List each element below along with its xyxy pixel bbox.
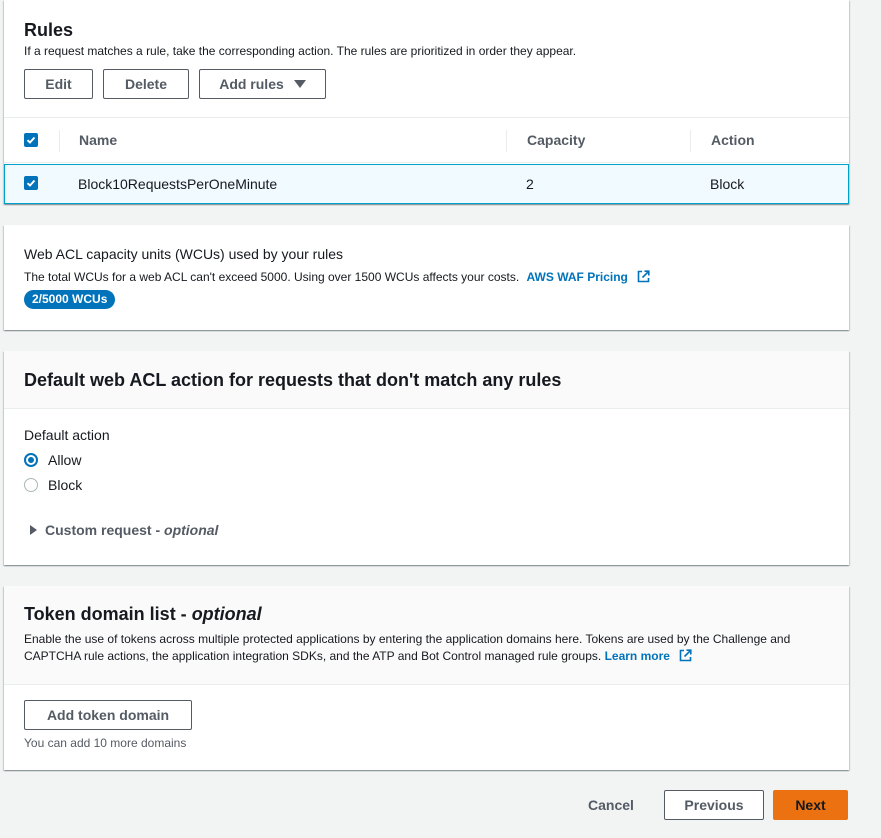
column-divider [506,130,507,152]
rules-description: If a request matches a rule, take the co… [24,44,577,58]
token-domain-hint: You can add 10 more domains [24,736,187,750]
edit-button[interactable]: Edit [24,69,93,99]
rule-capacity: 2 [526,176,534,192]
wcu-description-line: The total WCUs for a web ACL can't excee… [24,270,650,286]
allow-radio[interactable] [24,453,38,467]
aws-waf-pricing-link[interactable]: AWS WAF Pricing [527,270,628,284]
custom-request-optional: optional [164,522,219,538]
column-header-capacity[interactable]: Capacity [527,132,585,148]
select-all-checkbox[interactable] [24,133,38,147]
wcu-title: Web ACL capacity units (WCUs) used by yo… [24,246,344,262]
caret-down-icon [293,80,306,88]
external-link-icon[interactable] [679,649,692,667]
cancel-button[interactable]: Cancel [588,797,634,813]
rules-panel: Rules If a request matches a rule, take … [4,0,849,204]
token-domain-title-text: Token domain list - [24,604,192,624]
token-domain-header: Token domain list - optional Enable the … [4,586,849,685]
rules-table-header: Name Capacity Action [4,117,849,163]
column-header-name[interactable]: Name [79,132,117,148]
column-header-action[interactable]: Action [711,132,755,148]
previous-button[interactable]: Previous [664,790,764,820]
block-radio[interactable] [24,478,38,492]
block-label: Block [48,477,83,493]
custom-request-label: Custom request - [45,522,165,538]
default-action-panel: Default web ACL action for requests that… [4,351,849,565]
wcu-badge: 2/5000 WCUs [24,290,116,309]
add-rules-label: Add rules [219,76,284,92]
next-button[interactable]: Next [773,790,848,820]
row-checkbox[interactable] [24,176,38,190]
rule-name: Block10RequestsPerOneMinute [78,176,278,192]
wcu-description: The total WCUs for a web ACL can't excee… [24,270,520,284]
custom-request-expander[interactable]: Custom request - optional [30,522,218,538]
add-token-domain-button[interactable]: Add token domain [24,700,192,730]
learn-more-link[interactable]: Learn more [605,649,670,663]
radio-option-block[interactable]: Block [24,477,144,495]
external-link-icon[interactable] [637,270,650,286]
token-domain-panel: Token domain list - optional Enable the … [4,586,849,770]
token-domain-description: Enable the use of tokens across multiple… [24,632,791,663]
default-action-title: Default web ACL action for requests that… [24,370,562,390]
token-domain-description-block: Enable the use of tokens across multiple… [24,631,824,667]
rules-title: Rules [24,20,74,40]
wcu-panel: Web ACL capacity units (WCUs) used by yo… [4,225,849,330]
token-domain-title: Token domain list - optional [24,604,262,625]
add-rules-button[interactable]: Add rules [199,69,326,99]
allow-label: Allow [48,452,82,468]
table-row[interactable]: Block10RequestsPerOneMinute 2 Block [4,164,849,204]
default-action-label: Default action [24,427,110,443]
column-divider [690,130,691,152]
delete-button[interactable]: Delete [103,69,189,99]
rule-action: Block [710,176,745,192]
default-action-header: Default web ACL action for requests that… [4,351,849,409]
caret-right-icon [30,525,37,535]
column-divider [59,130,60,152]
radio-option-allow[interactable]: Allow [24,452,144,470]
token-domain-title-optional: optional [191,604,262,624]
